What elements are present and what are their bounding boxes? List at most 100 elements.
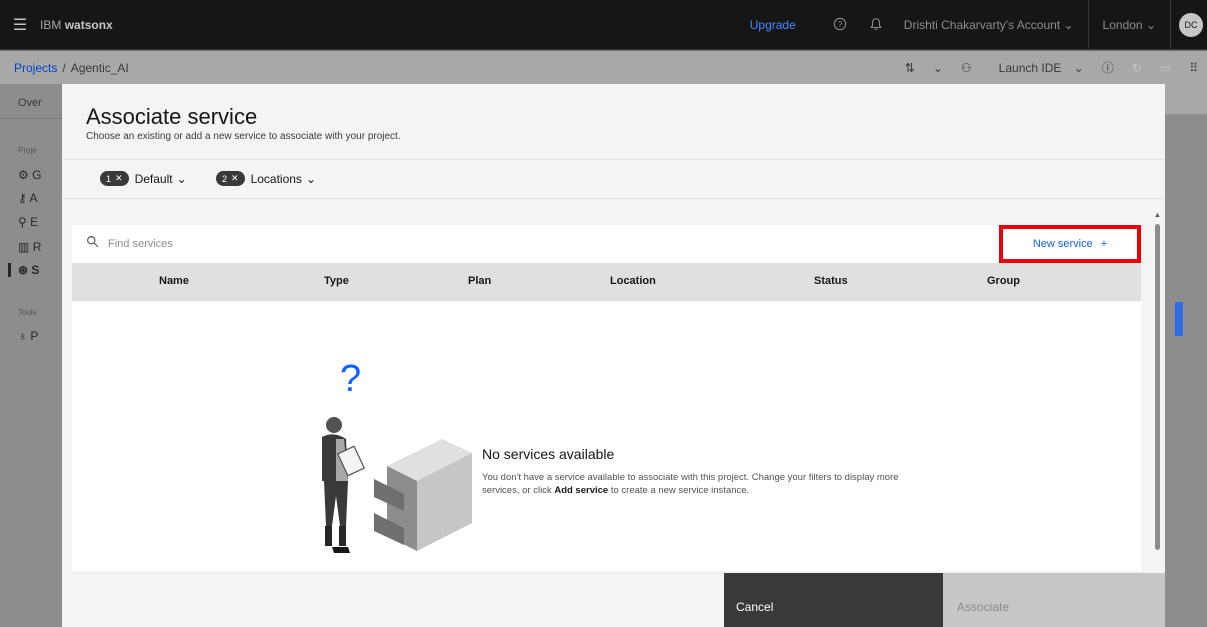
file-cabinet-icon [374,439,472,551]
plus-icon: + [1100,238,1108,250]
breadcrumb: Projects / Agentic_AI ⇅ ⌄ ⚇ Launch IDE ⌄… [0,51,1207,84]
notification-bell-icon[interactable] [858,17,894,34]
sidebar-item-label: G [32,168,42,182]
chevron-down-icon: ⌄ [176,171,187,186]
chevron-down-icon: ⌄ [305,171,316,186]
modal-title: Associate service [86,104,258,129]
project-sidebar: Over Proje ⚙ G ⚷ A ⚲ E ▥ R ⊛ S Tools ♁ P [0,84,62,627]
breadcrumb-current: Agentic_AI [70,60,129,75]
new-service-button[interactable]: New service + [999,225,1141,263]
background-panel [1165,84,1207,627]
close-icon[interactable]: ✕ [115,173,123,184]
filter-chip-default[interactable]: 1 ✕ Default ⌄ [100,171,187,186]
scroll-up-arrow-icon[interactable]: ▲ [1154,212,1161,219]
launch-ide-button[interactable]: Launch IDE ⌄ [990,61,1084,75]
environment-icon: ⚲ [18,215,27,229]
empty-state-illustration: ? [322,358,472,553]
services-table: New service + Name Type Plan Location St… [72,225,1141,571]
breadcrumb-separator: / [62,60,66,75]
empty-text-part: to create a new service instance. [608,485,750,496]
history-icon[interactable]: ↻ [1132,61,1142,75]
info-icon[interactable]: ⓘ [1102,59,1114,76]
account-switcher[interactable]: Drishti Chakarvarty's Account ⌄ [904,0,1089,50]
close-icon[interactable]: ✕ [231,173,239,184]
svg-text:?: ? [838,20,843,29]
sidebar-item-general[interactable]: ⚙ G [18,168,41,182]
region-name: London [1102,18,1143,32]
associate-button[interactable]: Associate [943,573,1165,627]
chevron-down-icon: ⌄ [1063,18,1074,32]
add-collaborator-icon[interactable]: ⚇ [961,61,972,75]
breadcrumb-projects-link[interactable]: Projects [14,61,57,75]
sidebar-item-label: R [32,240,42,254]
new-service-label: New service [1032,238,1093,250]
gear-icon: ⚙ [18,168,29,182]
top-navigation-bar: ☰ IBM watsonx Upgrade ? Drishti Chakarva… [0,0,1207,50]
modal-description: Choose an existing or add a new service … [86,131,401,142]
sync-icon[interactable]: ⇅ [905,61,915,75]
sidebar-section-tools: Tools [18,308,37,317]
filter-count: 2 [222,173,228,184]
column-header-type[interactable]: Type [324,275,349,287]
filter-chip-locations[interactable]: 2 ✕ Locations ⌄ [216,171,316,186]
sidebar-item-environments[interactable]: ⚲ E [18,215,38,229]
upgrade-link[interactable]: Upgrade [750,18,796,32]
filter-bar: 1 ✕ Default ⌄ 2 ✕ Locations ⌄ [62,159,1165,199]
key-icon: ⚷ [18,191,27,205]
launch-ide-label: Launch IDE [998,60,1062,75]
modal-footer: Cancel Associate [62,573,1165,627]
services-icon: ⊛ [18,263,29,277]
help-icon[interactable]: ? [822,17,858,34]
associate-service-modal: Associate service Choose an existing or … [62,84,1165,627]
product-brand[interactable]: IBM watsonx [40,18,113,32]
sidebar-item-label: S [31,263,40,277]
sidebar-section-project: Proje [18,146,37,155]
hierarchy-icon: ♁ [18,329,27,343]
avatar[interactable]: DC [1179,13,1203,37]
account-name: Drishti Chakarvarty's Account [903,18,1061,32]
cancel-button[interactable]: Cancel [724,573,943,627]
filter-count-badge[interactable]: 2 ✕ [216,171,245,186]
add-service-emphasis: Add service [554,485,609,496]
column-header-name[interactable]: Name [159,275,189,287]
search-icon [86,235,100,249]
table-header-row: Name Type Plan Location Status Group [72,263,1141,301]
filter-count: 1 [106,173,112,184]
apps-icon[interactable]: ⠿ [1189,61,1198,75]
empty-state-title: No services available [482,446,615,462]
person-illustration [322,417,366,553]
sidebar-item-pipelines[interactable]: ♁ P [18,329,38,343]
question-mark-icon: ? [340,358,361,400]
sidebar-item-label: P [30,329,39,343]
scrollbar-thumb[interactable] [1155,224,1160,550]
background-panel-top [1165,84,1207,114]
sidebar-item-label: E [30,215,39,229]
empty-state-description: You don't have a service available to as… [482,471,932,497]
sidebar-item-services[interactable]: ⊛ S [8,263,39,277]
filter-label: Locations [250,171,302,186]
region-switcher[interactable]: London ⌄ [1089,0,1171,50]
search-input[interactable] [108,235,808,253]
sidebar-item-resources[interactable]: ▥ R [18,240,41,254]
brand-name: watsonx [64,17,113,32]
column-header-status[interactable]: Status [814,275,848,287]
empty-state: ? No services available You don't have a… [72,301,1141,571]
column-header-plan[interactable]: Plan [468,275,491,287]
chart-icon: ▥ [18,240,30,254]
project-toolbar: ⇅ ⌄ ⚇ Launch IDE ⌄ ⓘ ↻ ▭ ⠿ [896,51,1207,84]
column-header-group[interactable]: Group [987,275,1020,287]
brand-prefix: IBM [40,17,62,32]
chevron-down-icon: ⌄ [1145,18,1156,32]
chevron-down-icon[interactable]: ⌄ [933,61,943,75]
hamburger-menu-icon[interactable]: ☰ [0,15,40,35]
table-toolbar: New service + [72,225,1141,263]
topbar-right-group: Upgrade ? Drishti Chakarvarty's Account … [750,0,1207,50]
tab-overview[interactable]: Over [0,84,62,119]
sidebar-item-access[interactable]: ⚷ A [18,191,37,205]
column-header-location[interactable]: Location [610,275,656,287]
filter-count-badge[interactable]: 1 ✕ [100,171,129,186]
filter-label: Default [134,171,173,186]
background-blue-accent [1175,302,1183,336]
chat-icon[interactable]: ▭ [1160,61,1171,75]
sidebar-item-label: A [29,191,38,205]
